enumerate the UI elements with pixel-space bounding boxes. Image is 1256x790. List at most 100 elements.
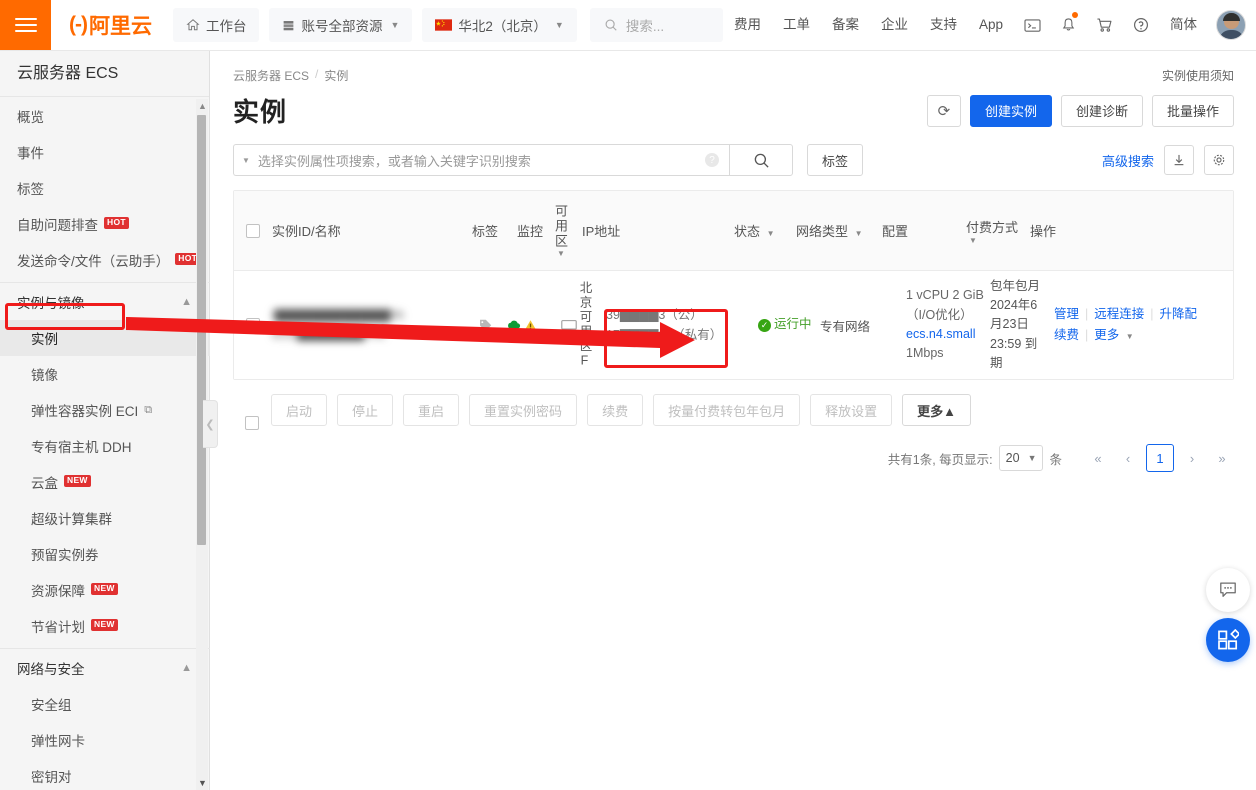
create-instance-button[interactable]: 创建实例: [969, 94, 1052, 127]
pagination-prev-button[interactable]: ‹: [1116, 445, 1140, 471]
cloud-monitor-icon[interactable]: [506, 318, 523, 333]
sort-icon[interactable]: ▼: [855, 229, 863, 238]
bulk-release-settings-button[interactable]: 释放设置: [810, 394, 893, 426]
sidebar-item-ddh[interactable]: 专有宿主机 DDH: [0, 428, 210, 464]
page-size-select[interactable]: 20 ▼: [998, 445, 1044, 471]
cell-instance-id[interactable]: i▇▇▇▇▇▇▇▇▇▇▇▇hh iZ2Z▇▇▇▇▇▇▇hhZ: [272, 306, 464, 345]
search-button[interactable]: [729, 144, 793, 176]
chat-bubble-icon[interactable]: [1206, 568, 1250, 612]
sidebar-item-key-pair[interactable]: 密钥对: [0, 758, 210, 790]
header-link-beian[interactable]: 备案: [821, 0, 870, 50]
console-icon[interactable]: [560, 318, 578, 333]
help-icon[interactable]: ?: [705, 153, 719, 167]
sidebar-item-savings-plan[interactable]: 节省计划 NEW: [0, 608, 210, 644]
chevron-down-icon[interactable]: ▼: [1126, 332, 1134, 341]
all-resources-button[interactable]: 账号全部资源 ▼: [269, 8, 413, 42]
sidebar-item-eni[interactable]: 弹性网卡: [0, 722, 210, 758]
gear-icon[interactable]: [1204, 145, 1234, 175]
sidebar-item-self-troubleshoot[interactable]: 自助问题排查 HOT: [0, 206, 210, 242]
sidebar-item-overview[interactable]: 概览: [0, 98, 210, 134]
pagination-last-button[interactable]: »: [1210, 445, 1234, 471]
global-search-input[interactable]: 搜索...: [589, 8, 723, 42]
config-instance-type-link[interactable]: ecs.n4.small: [906, 325, 990, 344]
sidebar-scrollbar-thumb[interactable]: [197, 115, 206, 545]
pagination-first-button[interactable]: «: [1086, 445, 1110, 471]
bulk-convert-to-subscription-button[interactable]: 按量付费转包年包月: [653, 394, 801, 426]
tag-filter-button[interactable]: 标签: [807, 144, 863, 176]
sidebar-group-network-security[interactable]: 网络与安全 ▲: [0, 648, 210, 686]
breadcrumb-item-instances[interactable]: 实例: [324, 67, 348, 84]
bulk-start-button[interactable]: 启动: [271, 394, 328, 426]
bulk-restart-button[interactable]: 重启: [403, 394, 460, 426]
select-all-checkbox[interactable]: [246, 223, 260, 238]
help-icon[interactable]: [1123, 0, 1159, 50]
download-icon[interactable]: [1164, 145, 1194, 175]
column-header-ip[interactable]: IP地址: [582, 221, 734, 240]
header-link-fee[interactable]: 费用: [723, 0, 772, 50]
sidebar-item-resource-assurance[interactable]: 资源保障 NEW: [0, 572, 210, 608]
sidebar-item-reserved-instance[interactable]: 预留实例券: [0, 536, 210, 572]
tag-icon[interactable]: [478, 318, 493, 333]
apps-grid-icon[interactable]: [1206, 618, 1250, 662]
breadcrumb-item-ecs[interactable]: 云服务器 ECS: [233, 67, 309, 84]
scroll-up-icon[interactable]: ▲: [198, 101, 207, 111]
sidebar-group-instance-image[interactable]: 实例与镜像 ▲: [0, 282, 210, 320]
sidebar-item-send-command[interactable]: 发送命令/文件（云助手） HOT: [0, 242, 210, 278]
row-checkbox[interactable]: [246, 318, 260, 332]
op-remote-connect-link[interactable]: 远程连接: [1094, 307, 1144, 321]
sort-icon[interactable]: ▼: [767, 229, 775, 238]
sort-icon[interactable]: ▼: [969, 236, 1030, 245]
column-header-tag[interactable]: 标签: [464, 221, 506, 240]
bulk-stop-button[interactable]: 停止: [337, 394, 394, 426]
op-manage-link[interactable]: 管理: [1054, 307, 1079, 321]
header-link-support[interactable]: 支持: [919, 0, 968, 50]
instance-notice-link[interactable]: 实例使用须知: [1162, 67, 1234, 84]
aliyun-logo[interactable]: (-) 阿里云: [51, 0, 168, 50]
batch-operation-button[interactable]: 批量操作: [1151, 94, 1234, 127]
create-diagnosis-button[interactable]: 创建诊断: [1060, 94, 1143, 127]
instance-search-input[interactable]: ▼ 选择实例属性项搜索，或者输入关键字识别搜索 ?: [233, 144, 729, 176]
sidebar-item-events[interactable]: 事件: [0, 134, 210, 170]
cart-icon[interactable]: [1086, 0, 1123, 50]
sidebar-item-images[interactable]: 镜像: [0, 356, 210, 392]
bulk-reset-password-button[interactable]: 重置实例密码: [469, 394, 578, 426]
column-header-zone[interactable]: 可用区 ▼: [553, 204, 582, 258]
column-header-network[interactable]: 网络类型 ▼: [796, 221, 882, 240]
op-upgrade-link[interactable]: 升降配: [1160, 307, 1198, 321]
bell-icon[interactable]: [1051, 0, 1086, 50]
alert-icon[interactable]: [523, 318, 538, 333]
sidebar-collapse-handle[interactable]: ❮: [203, 400, 218, 448]
advanced-search-link[interactable]: 高级搜索: [1102, 151, 1154, 170]
sidebar-item-instances[interactable]: 实例: [0, 320, 210, 356]
column-header-id[interactable]: 实例ID/名称: [272, 221, 464, 240]
hamburger-icon[interactable]: [0, 0, 51, 50]
sidebar-item-cloudbox[interactable]: 云盒 NEW: [0, 464, 210, 500]
terminal-icon[interactable]: [1014, 0, 1051, 50]
column-header-status[interactable]: 状态 ▼: [734, 221, 796, 240]
pagination-current-page[interactable]: 1: [1146, 444, 1174, 472]
bulk-select-checkbox[interactable]: [245, 416, 259, 430]
sidebar-item-scc[interactable]: 超级计算集群: [0, 500, 210, 536]
workbench-button[interactable]: 工作台: [172, 8, 260, 42]
op-more-link[interactable]: 更多: [1094, 328, 1119, 342]
sidebar-item-tags[interactable]: 标签: [0, 170, 210, 206]
op-renew-link[interactable]: 续费: [1054, 328, 1079, 342]
pagination-next-button[interactable]: ›: [1180, 445, 1204, 471]
header-link-app[interactable]: App: [968, 0, 1014, 50]
language-selector[interactable]: 简体: [1159, 0, 1208, 50]
sidebar-item-security-group[interactable]: 安全组: [0, 686, 210, 722]
header-link-enterprise[interactable]: 企业: [870, 0, 919, 50]
column-header-payment[interactable]: 付费方式 ▼: [966, 217, 1030, 245]
column-header-monitor[interactable]: 监控: [506, 221, 554, 240]
sort-icon[interactable]: ▼: [557, 249, 582, 258]
header-link-ticket[interactable]: 工单: [772, 0, 821, 50]
region-selector[interactable]: 华北2（北京） ▼: [422, 8, 577, 42]
bulk-renew-button[interactable]: 续费: [587, 394, 644, 426]
chevron-down-icon[interactable]: ▼: [242, 156, 250, 165]
avatar[interactable]: [1216, 10, 1246, 40]
scroll-down-icon[interactable]: ▼: [198, 778, 207, 788]
sidebar-item-eci[interactable]: 弹性容器实例 ECI ⧉: [0, 392, 210, 428]
refresh-button[interactable]: ⟳: [926, 94, 961, 127]
bulk-more-button[interactable]: 更多▲: [902, 394, 971, 426]
cell-tag[interactable]: [464, 318, 506, 333]
